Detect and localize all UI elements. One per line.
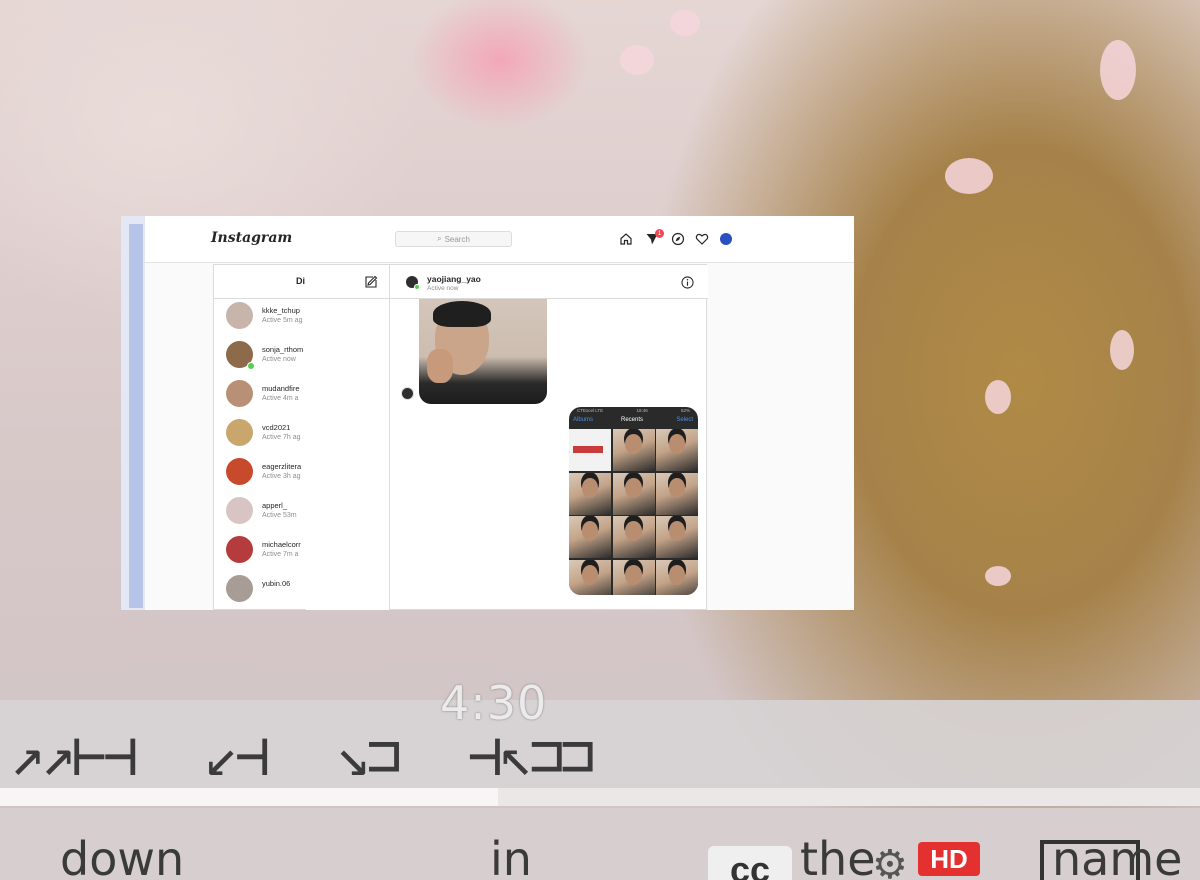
caption-word: name xyxy=(1052,832,1183,880)
window-side-strip-inner xyxy=(129,224,143,608)
photo-thumbnail xyxy=(569,559,611,595)
avatar xyxy=(226,458,253,485)
photo-subject-hair xyxy=(433,301,491,327)
clip-mask xyxy=(306,299,389,610)
explore-icon[interactable] xyxy=(671,232,685,246)
select-label: Select xyxy=(676,417,693,423)
profile-avatar[interactable] xyxy=(720,233,732,245)
photo-thumbnail xyxy=(656,559,698,595)
conversation-status: Active 7h ag xyxy=(262,434,301,441)
search-placeholder: Search xyxy=(444,234,470,244)
window-side-strip xyxy=(121,216,145,610)
conversation-name: apperl_ xyxy=(262,501,288,510)
sender-avatar xyxy=(401,387,414,400)
petal-decor xyxy=(1110,330,1134,370)
photo-thumbnail xyxy=(612,559,655,595)
chat-username[interactable]: yaojiang_yao xyxy=(427,274,481,284)
instagram-window: Instagram ⌕ Search 1 Active now kkke_tchu… xyxy=(121,216,854,610)
hd-badge: HD xyxy=(918,842,980,876)
time-text: 18:46 xyxy=(636,408,648,413)
photo-grid xyxy=(569,429,698,595)
online-indicator xyxy=(414,284,420,290)
conversation-status: Active 53m xyxy=(262,512,297,519)
glyph-decor: ↗↗⊢⊣ xyxy=(10,721,138,789)
petal-decor xyxy=(620,45,654,75)
conversation-name: michaelcorr xyxy=(262,540,301,549)
petal-decor xyxy=(945,158,993,194)
glyph-decor: ⊣↖⊐⊐ xyxy=(467,721,595,789)
chat-panel: CTExcel LTE 18:46 52% Albums Recents Sel… xyxy=(390,265,708,610)
petal-decor xyxy=(985,380,1011,414)
screenshot-status-bar: CTExcel LTE 18:46 52% xyxy=(569,407,698,415)
chat-status: Active now xyxy=(427,285,459,292)
petal-decor xyxy=(670,10,700,36)
conversation-status: Active 5m ag xyxy=(262,317,303,324)
video-timestamp: 4:30 xyxy=(440,676,548,730)
captions-button[interactable]: cc xyxy=(708,846,792,880)
avatar xyxy=(226,419,253,446)
notification-badge: 1 xyxy=(655,229,664,238)
glyph-decor: ↙⊣ xyxy=(203,721,270,789)
conversation-list-panel: Active now kkke_tchup Active 5m ag sonja_rt… xyxy=(214,265,390,610)
conversation-name: yubin.06 xyxy=(262,579,291,588)
photo-thumbnail xyxy=(569,429,611,471)
petal-decor xyxy=(1100,40,1136,100)
photo-thumbnail xyxy=(656,472,698,515)
search-input[interactable]: ⌕ Search xyxy=(395,231,512,247)
avatar xyxy=(226,536,253,563)
photo-thumbnail xyxy=(656,429,698,471)
search-icon: ⌕ xyxy=(437,234,442,243)
conversation-status: Active 7m a xyxy=(262,551,299,558)
conversation-name: vcd2021 xyxy=(262,423,291,432)
photo-thumbnail xyxy=(612,429,655,471)
conversation-status: Active now xyxy=(262,356,296,363)
petal-decor xyxy=(985,566,1011,586)
photo-thumbnail xyxy=(612,472,655,515)
avatar xyxy=(226,302,253,329)
albums-back: Albums xyxy=(573,417,594,423)
caption-word: the xyxy=(800,832,876,880)
received-photo[interactable] xyxy=(419,299,547,404)
conversation-status: Active 4m a xyxy=(262,395,299,402)
conversation-list-title: Di xyxy=(296,276,305,286)
photo-thumbnail xyxy=(569,516,611,558)
chat-header: yaojiang_yao Active now xyxy=(390,265,708,299)
avatar xyxy=(226,497,253,524)
sent-screenshot[interactable]: CTExcel LTE 18:46 52% Albums Recents Sel… xyxy=(569,407,698,595)
photo-thumbnail xyxy=(569,472,611,515)
instagram-logo[interactable]: Instagram xyxy=(211,230,292,246)
direct-messages-panel: Active now kkke_tchup Active 5m ag sonja_rt… xyxy=(213,264,708,610)
photo-thumbnail xyxy=(612,516,655,558)
screenshot-nav-bar: Albums Recents Select xyxy=(569,415,698,427)
conversation-name: kkke_tchup xyxy=(262,306,300,315)
caption-word: in xyxy=(490,832,532,880)
online-indicator xyxy=(247,362,255,370)
conversation-status: Active 3h ag xyxy=(262,473,301,480)
instagram-header: Instagram ⌕ Search 1 xyxy=(145,216,854,263)
recents-title: Recents xyxy=(621,417,644,423)
settings-gear-icon[interactable]: ⚙ xyxy=(872,842,908,880)
home-icon[interactable] xyxy=(619,232,633,246)
caption-word: down xyxy=(60,832,185,880)
conversation-list-header: Di xyxy=(214,265,389,299)
video-progress-fill xyxy=(0,788,498,806)
conversation-name: eagerzlitera xyxy=(262,462,302,471)
conversation-name: mudandfire xyxy=(262,384,300,393)
heart-icon[interactable] xyxy=(695,232,709,246)
conversation-name: sonja_rthom xyxy=(262,345,304,354)
avatar xyxy=(226,380,253,407)
glyph-decor: ↘⊐ xyxy=(335,721,402,789)
info-icon[interactable] xyxy=(681,276,694,289)
photo-thumbnail xyxy=(656,516,698,558)
photo-subject-hand xyxy=(427,349,453,383)
avatar xyxy=(226,575,253,602)
battery-text: 52% xyxy=(680,408,690,413)
compose-icon[interactable] xyxy=(364,275,378,289)
carrier-text: CTExcel LTE xyxy=(577,408,604,413)
